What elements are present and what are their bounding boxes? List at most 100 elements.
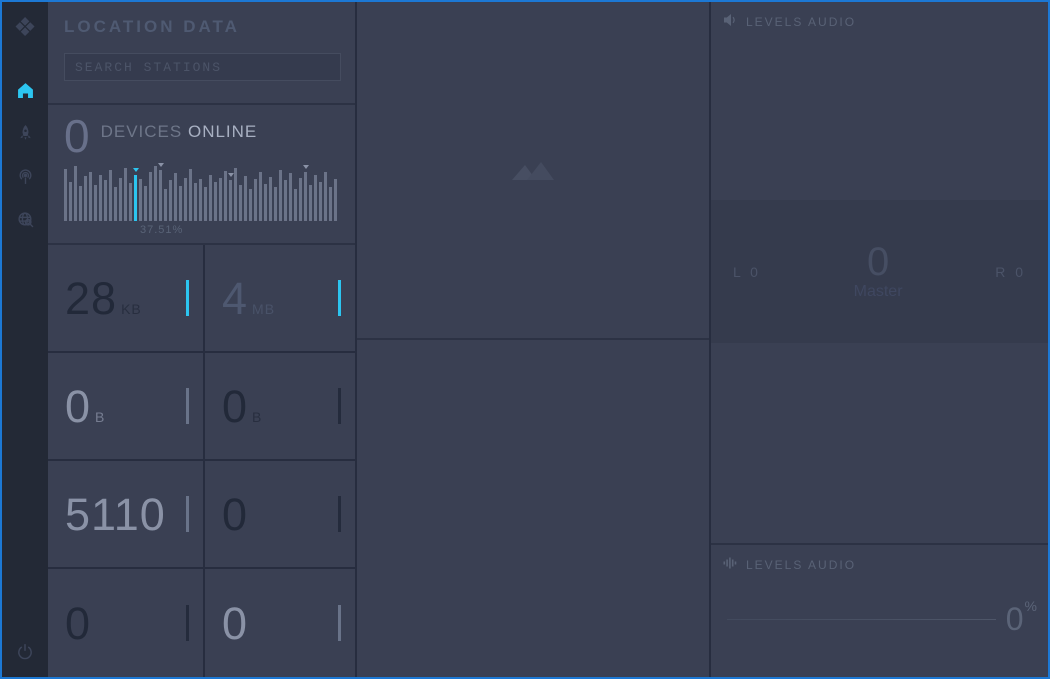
devices-histogram[interactable] <box>64 163 339 221</box>
histogram-bar <box>69 163 72 221</box>
levels-audio-header-top: LEVELS AUDIO <box>723 13 1036 30</box>
histogram-bar <box>99 163 102 221</box>
sidebar-item-home[interactable] <box>16 84 34 102</box>
histogram-bar <box>319 163 322 221</box>
master-value-block: 0 Master <box>854 242 903 301</box>
histogram-bar <box>124 163 127 221</box>
histogram-bar <box>299 163 302 221</box>
histogram-marker-icon <box>228 173 234 177</box>
power-icon <box>16 643 34 666</box>
stat-cell: 0B <box>205 353 355 461</box>
histogram-bar <box>304 163 307 221</box>
levels-audio-panel-top: LEVELS AUDIO <box>711 2 1048 200</box>
home-icon <box>17 82 34 104</box>
histogram-bar <box>274 163 277 221</box>
mountains-icon <box>508 155 558 186</box>
devices-count: 0 <box>64 113 90 159</box>
audio-level-meter: 0 % <box>723 603 1036 635</box>
location-header: LOCATION DATA <box>48 2 355 105</box>
histogram-percent-label: 37.51% <box>140 224 339 236</box>
media-panel-top <box>357 2 709 340</box>
stat-unit: KB <box>121 301 142 317</box>
histogram-bar <box>314 163 317 221</box>
histogram-bar <box>169 163 172 221</box>
stat-cell: 0 <box>48 569 205 677</box>
histogram-bar <box>284 163 287 221</box>
devices-label: DEVICES ONLINE <box>101 122 258 142</box>
master-value: 0 <box>854 242 903 282</box>
histogram-bar <box>154 163 157 221</box>
rocket-icon <box>17 125 34 147</box>
histogram-bar <box>324 163 327 221</box>
histogram-bar <box>89 163 92 221</box>
audio-panel-spacer <box>711 343 1048 543</box>
histogram-bar <box>84 163 87 221</box>
histogram-bar <box>294 163 297 221</box>
media-column <box>357 2 711 677</box>
histogram-bar <box>204 163 207 221</box>
stat-value: 28 <box>65 276 117 321</box>
sidebar-item-power[interactable] <box>16 645 34 663</box>
equalizer-icon <box>723 556 738 573</box>
histogram-bar <box>234 163 237 221</box>
histogram-bar <box>224 163 227 221</box>
histogram-bar <box>334 163 337 221</box>
histogram-bar <box>184 163 187 221</box>
sidebar-item-launch[interactable] <box>16 127 34 145</box>
search-stations-input[interactable] <box>64 53 341 81</box>
histogram-bar <box>289 163 292 221</box>
histogram-bar <box>309 163 312 221</box>
stat-value: 0 <box>65 384 91 429</box>
sidebar-item-explore[interactable] <box>16 213 34 231</box>
histogram-bar <box>114 163 117 221</box>
levels-audio-panel-bottom: LEVELS AUDIO 0 % <box>711 543 1048 677</box>
stat-tick <box>338 280 341 316</box>
histogram-bar <box>189 163 192 221</box>
stat-cell: 28KB <box>48 245 205 353</box>
sidebar-nav <box>16 84 34 231</box>
sidebar: ❖ <box>2 2 48 677</box>
stat-value: 0 <box>222 601 248 646</box>
histogram-bar <box>279 163 282 221</box>
diamond-cluster-logo[interactable]: ❖ <box>13 14 36 40</box>
histogram-marker-icon <box>158 163 164 167</box>
stat-unit: MB <box>252 301 275 317</box>
sidebar-item-broadcast[interactable] <box>16 170 34 188</box>
audio-column: LEVELS AUDIO L 0 0 Master R 0 <box>711 2 1048 677</box>
app-window: ❖ <box>0 0 1050 679</box>
histogram-bar <box>134 163 137 221</box>
location-data-panel: LOCATION DATA 0 DEVICES ONLINE 37.51% 28… <box>48 2 357 677</box>
stat-cell: 5110 <box>48 461 205 569</box>
stat-tick <box>338 605 341 641</box>
histogram-bar <box>244 163 247 221</box>
speaker-icon <box>723 13 738 30</box>
histogram-marker-icon <box>133 168 139 172</box>
stat-unit: B <box>95 409 105 425</box>
page-title: LOCATION DATA <box>64 17 339 37</box>
histogram-bar <box>174 163 177 221</box>
histogram-bar <box>144 163 147 221</box>
stat-tick <box>186 605 189 641</box>
stat-value: 0 <box>222 492 248 537</box>
stat-tick <box>338 496 341 532</box>
devices-online-label: ONLINE <box>188 122 257 141</box>
histogram-bar <box>219 163 222 221</box>
histogram-bar <box>229 163 232 221</box>
histogram-bar <box>64 163 67 221</box>
stat-cell: 0 <box>205 569 355 677</box>
stat-value: 4 <box>222 276 248 321</box>
histogram-bar <box>249 163 252 221</box>
stat-cell: 4MB <box>205 245 355 353</box>
histogram-bar <box>119 163 122 221</box>
histogram-bar <box>74 163 77 221</box>
histogram-bar <box>164 163 167 221</box>
stat-value: 0 <box>65 601 91 646</box>
histogram-bar <box>254 163 257 221</box>
stat-tick <box>338 388 341 424</box>
stat-value: 0 <box>222 384 248 429</box>
broadcast-icon <box>17 168 34 190</box>
histogram-bar <box>104 163 107 221</box>
master-levels-panel: L 0 0 Master R 0 <box>711 200 1048 343</box>
histogram-marker-icon <box>303 165 309 169</box>
stat-tick <box>186 388 189 424</box>
